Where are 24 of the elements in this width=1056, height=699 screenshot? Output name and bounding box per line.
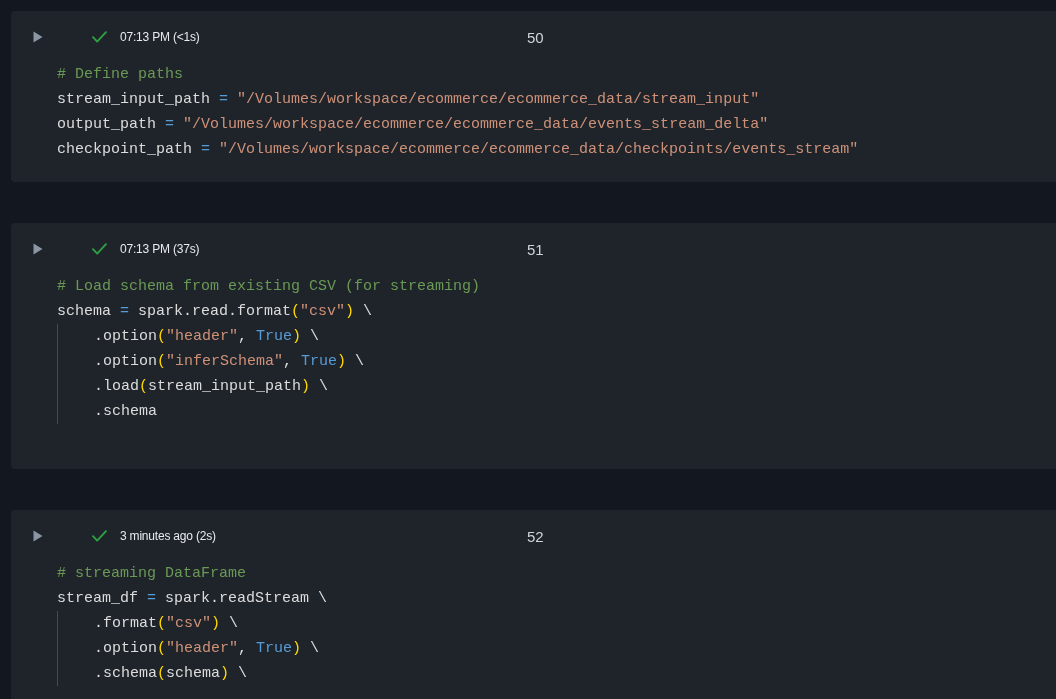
code-line: .option("header", True) \ <box>94 327 320 347</box>
run-status-text: 07:13 PM (37s) <box>120 242 200 256</box>
play-icon[interactable] <box>33 243 43 255</box>
run-status-text: 3 minutes ago (2s) <box>120 529 216 543</box>
code-line: stream_input_path = "/Volumes/workspace/ecommerce/ecommerce_data/stream_input" <box>57 90 760 110</box>
code-line: # streaming DataFrame <box>57 564 247 584</box>
code-line: .option("header", True) \ <box>94 639 320 659</box>
code-line: checkpoint_path = "/Volumes/workspace/ecommerce/ecommerce_data/checkpoints/events_stream" <box>57 140 859 160</box>
play-icon[interactable] <box>33 530 43 542</box>
code-line: .schema(schema) \ <box>94 664 248 684</box>
code-line: schema = spark.read.format("csv") \ <box>57 302 373 322</box>
play-icon[interactable] <box>33 31 43 43</box>
code-line: # Define paths <box>57 65 184 85</box>
code-line: .load(stream_input_path) \ <box>94 377 329 397</box>
code-line: output_path = "/Volumes/workspace/ecommerce/ecommerce_data/events_stream_delta" <box>57 115 769 135</box>
code-line: .format("csv") \ <box>94 614 239 634</box>
code-line: .schema <box>94 402 157 422</box>
code-line: # Load schema from existing CSV (for streaming) <box>57 277 481 297</box>
code-line: stream_df = spark.readStream \ <box>57 589 328 609</box>
run-status-text: 07:13 PM (<1s) <box>120 30 200 44</box>
cell-number: 50 <box>527 28 544 46</box>
cell-number: 51 <box>527 240 544 258</box>
code-line: .option("inferSchema", True) \ <box>94 352 365 372</box>
cell-number: 52 <box>527 527 544 545</box>
